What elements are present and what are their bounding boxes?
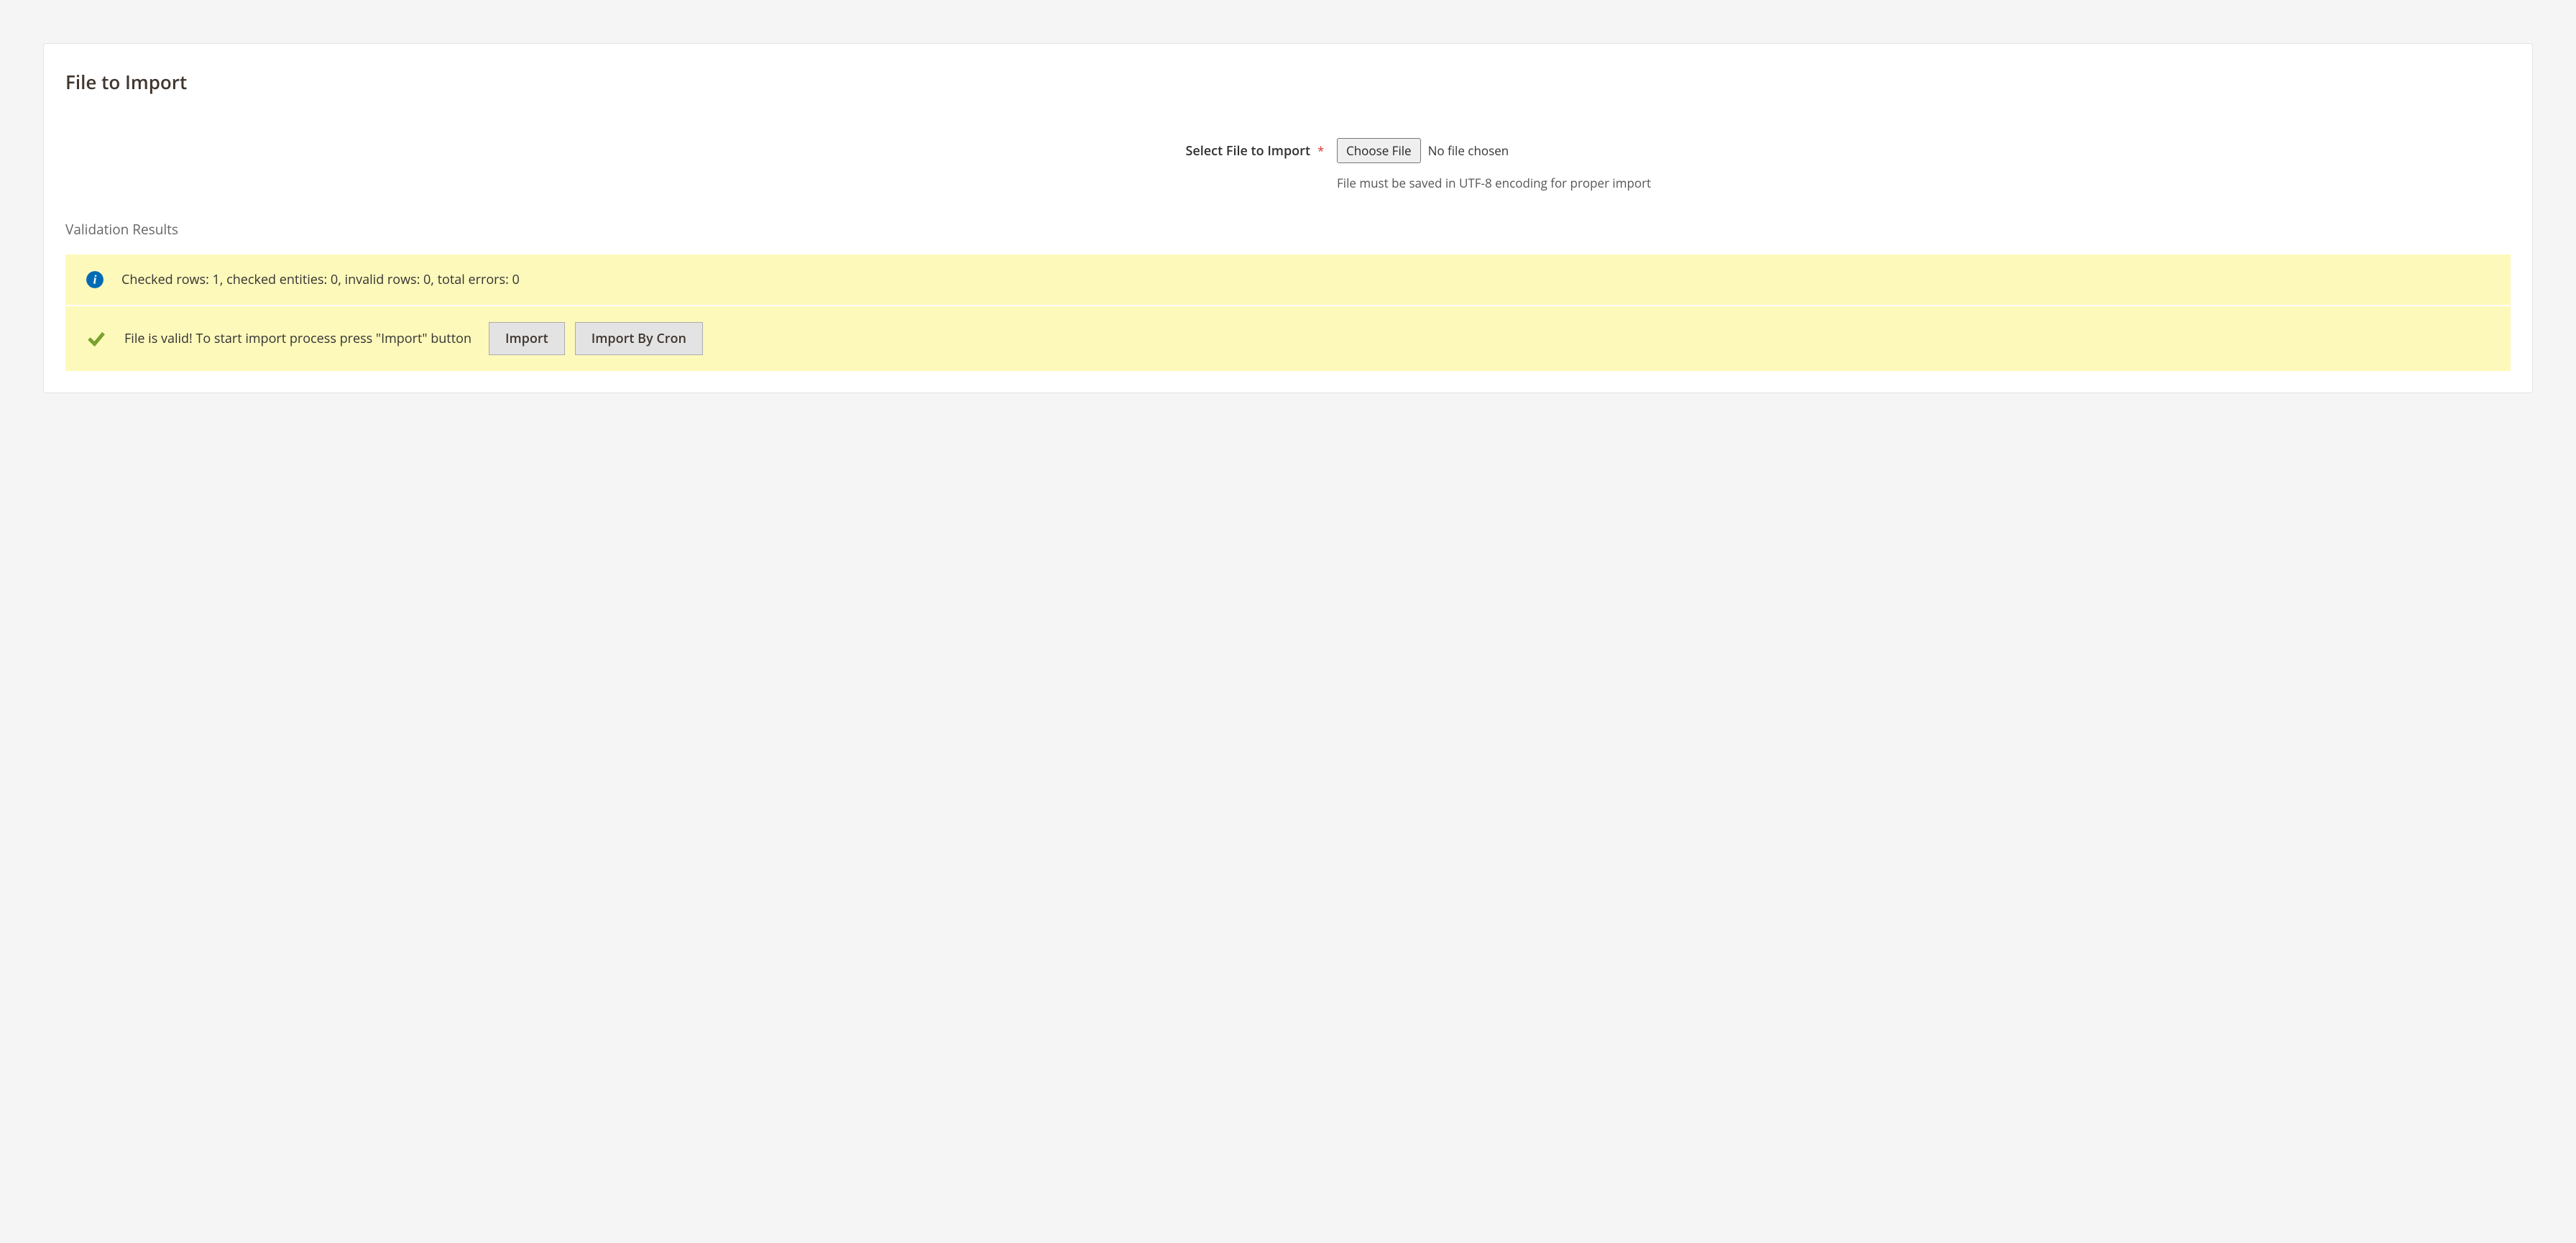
info-icon: i (86, 270, 104, 289)
file-valid-text: File is valid! To start import process p… (124, 330, 472, 347)
panel-title: File to Import (65, 69, 2511, 95)
import-actions: Import Import By Cron (489, 322, 703, 355)
file-input-wrap: Choose File No file chosen (1337, 138, 2511, 163)
validation-success-message: File is valid! To start import process p… (65, 306, 2511, 371)
file-label-col: Select File to Import * (65, 138, 1337, 160)
file-chosen-status: No file chosen (1428, 142, 1509, 159)
file-control-col: Choose File No file chosen File must be … (1337, 138, 2511, 191)
file-import-panel: File to Import Select File to Import * C… (43, 43, 2533, 393)
validation-stats-text: Checked rows: 1, checked entities: 0, in… (121, 271, 520, 288)
file-encoding-hint: File must be saved in UTF-8 encoding for… (1337, 175, 2511, 191)
validation-results-heading: Validation Results (65, 220, 2511, 239)
file-select-row: Select File to Import * Choose File No f… (65, 138, 2511, 191)
import-button[interactable]: Import (489, 322, 565, 355)
required-asterisk: * (1317, 143, 1324, 159)
checkmark-icon (86, 328, 107, 349)
file-select-label: Select File to Import (1185, 142, 1310, 160)
svg-text:i: i (93, 272, 97, 286)
validation-info-message: i Checked rows: 1, checked entities: 0, … (65, 254, 2511, 305)
import-by-cron-button[interactable]: Import By Cron (575, 322, 703, 355)
choose-file-button[interactable]: Choose File (1337, 138, 1421, 163)
